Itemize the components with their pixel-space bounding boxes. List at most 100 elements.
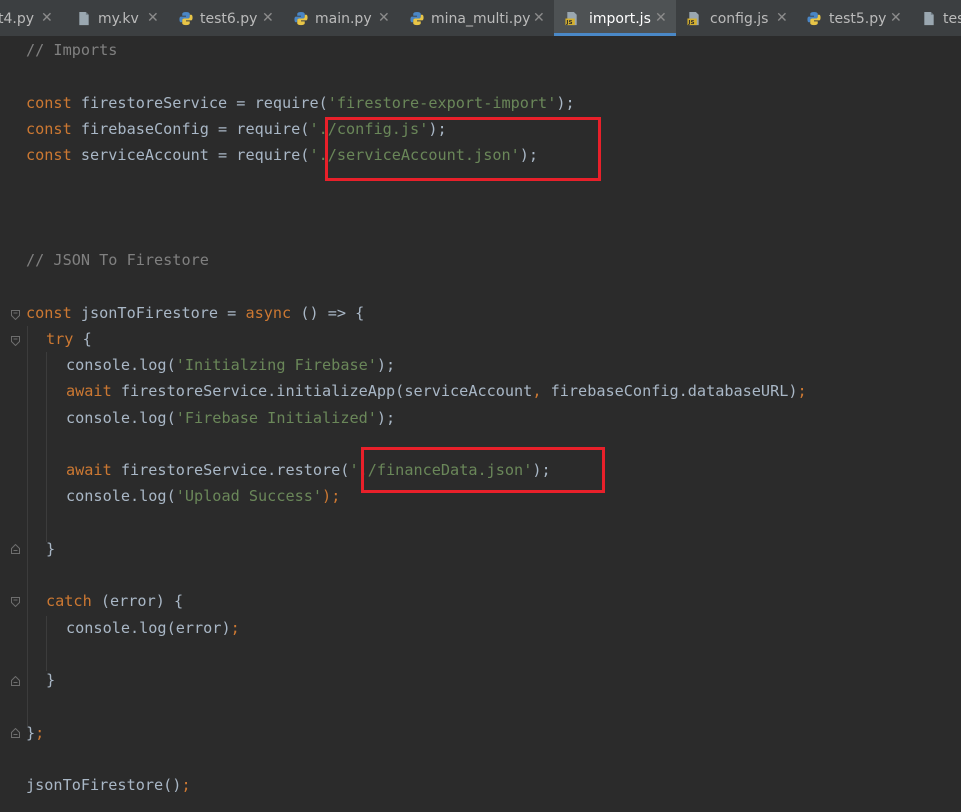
python-icon	[294, 11, 308, 26]
code-line-require-firestore: const firestoreService = require('firest…	[26, 92, 575, 114]
tab-my-kv[interactable]: my.kv ✕	[66, 0, 168, 36]
keyword: await	[66, 382, 112, 400]
tab-label: test6.py	[200, 11, 258, 27]
tab-import-js[interactable]: JS import.js ✕	[554, 0, 676, 36]
close-icon[interactable]: ✕	[655, 9, 667, 27]
tab-mina-multi-py[interactable]: mina_multi.py ✕	[399, 0, 554, 36]
js-icon: JS	[565, 11, 577, 26]
fold-close-icon[interactable]	[11, 676, 20, 686]
tab-label: my.kv	[98, 11, 139, 27]
code-line-function-declaration: const jsonToFirestore = async () => {	[26, 302, 364, 324]
punctuation: ;	[35, 724, 45, 742]
js-icon: JS	[687, 11, 699, 26]
code-text: serviceAccount = require(	[71, 146, 310, 164]
keyword: const	[26, 146, 72, 164]
code-text: jsonToFirestore()	[26, 776, 182, 794]
punctuation: ;	[181, 776, 191, 794]
tab-label: test5.py	[829, 11, 887, 27]
tab-test[interactable]: tes	[913, 0, 961, 36]
string-literal: 'firestore-export-import'	[327, 94, 557, 112]
keyword: const	[26, 304, 72, 322]
tab-label: import.js	[589, 11, 651, 27]
fold-open-icon[interactable]	[11, 336, 20, 346]
svg-text:JS: JS	[565, 20, 572, 26]
highlight-box-restore-path	[361, 447, 605, 493]
code-line-log-upload-success: console.log('Upload Success');	[66, 485, 340, 507]
code-line-initialize-app: await firestoreService.initializeApp(ser…	[66, 380, 807, 402]
tab-test6-py[interactable]: test6.py ✕	[168, 0, 283, 36]
code-text: }	[26, 724, 36, 742]
code-text: );	[376, 356, 396, 374]
close-icon[interactable]: ✕	[776, 9, 788, 27]
close-icon[interactable]: ✕	[890, 9, 902, 27]
code-text: jsonToFirestore =	[71, 304, 246, 322]
string-literal: 'Firebase Initialized'	[175, 409, 377, 427]
code-line-log-initialized: console.log('Firebase Initialized');	[66, 407, 395, 429]
close-icon[interactable]: ✕	[147, 9, 159, 27]
code-line-comment-imports: // Imports	[26, 41, 118, 59]
code-text: (error) {	[91, 592, 184, 610]
keyword: async	[245, 304, 292, 322]
keyword: const	[26, 120, 72, 138]
code-text: firebaseConfig.databaseURL)	[541, 382, 798, 400]
tab-label: mina_multi.py	[431, 11, 531, 27]
file-icon	[924, 11, 934, 26]
code-line-close-try: }	[46, 540, 56, 558]
keyword: catch	[46, 592, 92, 610]
code-text: console.log(	[66, 409, 176, 427]
code-line-close-function: };	[26, 722, 44, 744]
code-text: firestoreService.initializeApp(serviceAc…	[111, 382, 533, 400]
keyword: try	[46, 330, 74, 348]
code-text: () => {	[291, 304, 365, 322]
python-icon	[807, 11, 821, 26]
close-icon[interactable]: ✕	[378, 9, 390, 27]
string-literal: 'Initialzing Firebase'	[175, 356, 377, 374]
python-icon	[410, 11, 424, 26]
code-text: firestoreService = require(	[71, 94, 328, 112]
punctuation: ;	[797, 382, 807, 400]
fold-open-icon[interactable]	[11, 310, 20, 320]
indent-guide	[46, 352, 47, 542]
editor-tab-bar: t4.py ✕ my.kv ✕ test6.py ✕ main.py ✕ min…	[0, 0, 961, 37]
tab-label: main.py	[315, 11, 372, 27]
svg-text:JS: JS	[687, 20, 694, 26]
file-icon	[79, 11, 89, 26]
string-literal: 'Upload Success'	[175, 487, 323, 505]
fold-close-icon[interactable]	[11, 544, 20, 554]
code-text: {	[73, 330, 92, 348]
code-line-log-initializing: console.log('Initialzing Firebase');	[66, 354, 395, 376]
tab-config-js[interactable]: JS config.js ✕	[676, 0, 796, 36]
tab-main-py[interactable]: main.py ✕	[283, 0, 399, 36]
code-text: );	[376, 409, 396, 427]
keyword: await	[66, 461, 112, 479]
tab-label: tes	[943, 11, 961, 27]
keyword: const	[26, 94, 72, 112]
close-icon[interactable]: ✕	[262, 9, 274, 27]
close-icon[interactable]: ✕	[41, 9, 53, 27]
code-line-call-function: jsonToFirestore();	[26, 774, 191, 796]
code-text: console.log(	[66, 356, 176, 374]
code-line-log-error: console.log(error);	[66, 617, 240, 639]
indent-guide	[46, 616, 47, 671]
code-line-close-catch: }	[46, 671, 56, 689]
fold-close-icon[interactable]	[11, 728, 20, 738]
code-editor[interactable]: // Imports const firestoreService = requ…	[0, 36, 961, 812]
code-line-try: try {	[46, 328, 92, 350]
punctuation: );	[322, 487, 341, 505]
python-icon	[179, 11, 193, 26]
highlight-box-require-paths	[325, 117, 601, 181]
tab-test4-py[interactable]: t4.py ✕	[0, 0, 66, 36]
code-text: console.log(error)	[66, 619, 231, 637]
punctuation: ;	[230, 619, 240, 637]
tab-test5-py[interactable]: test5.py ✕	[796, 0, 913, 36]
tab-label: t4.py	[0, 11, 35, 27]
code-text: console.log(	[66, 487, 176, 505]
fold-open-icon[interactable]	[11, 597, 20, 607]
tab-label: config.js	[710, 11, 769, 27]
code-line-comment-json-to-firestore: // JSON To Firestore	[26, 251, 209, 269]
indent-guide	[27, 326, 28, 726]
code-line-catch: catch (error) {	[46, 590, 183, 612]
close-icon[interactable]: ✕	[533, 9, 545, 27]
code-text: );	[556, 94, 575, 112]
code-text: firestoreService.restore(	[111, 461, 350, 479]
